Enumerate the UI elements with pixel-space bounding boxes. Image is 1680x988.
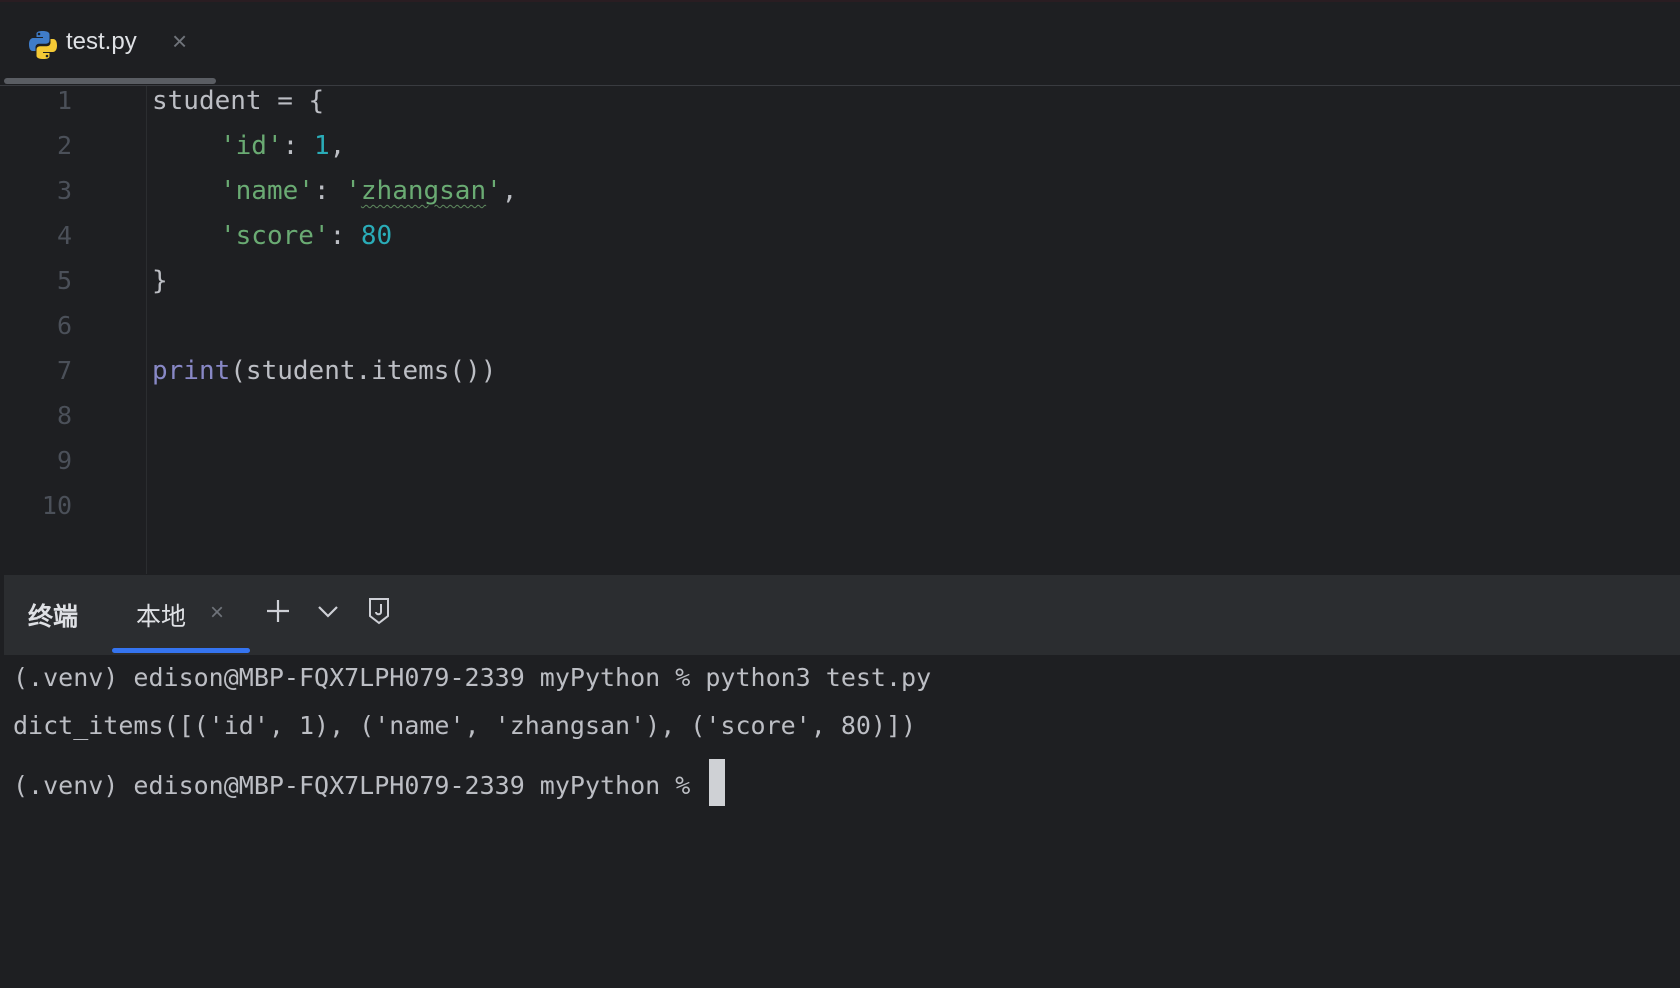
code-line-1: student = { — [152, 86, 325, 116]
code-line-2: 'id': 1, — [220, 131, 346, 161]
code-line-7: print(student.items()) — [152, 356, 497, 386]
terminal-options-button[interactable] — [361, 593, 397, 629]
plus-icon — [267, 600, 289, 622]
tab-close-icon[interactable]: × — [172, 28, 187, 54]
line-number: 4 — [56, 221, 72, 250]
code-line-5: } — [152, 266, 168, 296]
code-line-3: 'name': 'zhangsan', — [220, 176, 518, 206]
editor-tab-bar: test.py × — [0, 2, 1680, 86]
line-number-gutter: 1 2 3 4 5 6 7 8 9 10 — [0, 86, 147, 574]
line-number: 6 — [56, 311, 72, 340]
active-terminal-tab-indicator — [112, 648, 250, 653]
terminal-line: dict_items([('id', 1), ('name', 'zhangsa… — [13, 711, 917, 740]
tab-title: test.py — [66, 28, 137, 55]
terminal-prompt-line: (.venv) edison@MBP-FQX7LPH079-2339 myPyt… — [13, 759, 726, 806]
line-number: 7 — [56, 356, 72, 385]
line-number: 10 — [41, 491, 72, 520]
close-icon[interactable]: × — [210, 599, 224, 627]
spellcheck-warning: zhangsan — [360, 176, 487, 206]
active-tab-indicator — [4, 78, 216, 84]
terminal-dropdown-button[interactable] — [310, 593, 346, 629]
line-number: 1 — [56, 86, 72, 115]
line-number: 2 — [56, 131, 72, 160]
code-editor[interactable]: 1 2 3 4 5 6 7 8 9 10 student = { 'id': 1… — [0, 86, 1680, 574]
line-number: 5 — [56, 266, 72, 295]
tab-local-terminal[interactable]: 本地 — [136, 597, 186, 633]
line-number: 8 — [56, 401, 72, 430]
terminal-cursor — [709, 759, 726, 806]
terminal-panel-header: 终端 本地 × — [4, 575, 1680, 655]
terminal-line: (.venv) edison@MBP-FQX7LPH079-2339 myPyt… — [13, 663, 932, 692]
pin-icon — [369, 598, 389, 625]
line-number: 3 — [56, 176, 72, 205]
terminal-panel-title: 终端 — [28, 603, 79, 631]
code-line-4: 'score': 80 — [220, 221, 393, 251]
terminal-output[interactable]: (.venv) edison@MBP-FQX7LPH079-2339 myPyt… — [0, 655, 1680, 988]
python-file-icon — [29, 31, 57, 59]
line-number: 9 — [56, 446, 72, 475]
new-terminal-button[interactable] — [260, 593, 296, 629]
chevron-down-icon — [318, 606, 338, 618]
